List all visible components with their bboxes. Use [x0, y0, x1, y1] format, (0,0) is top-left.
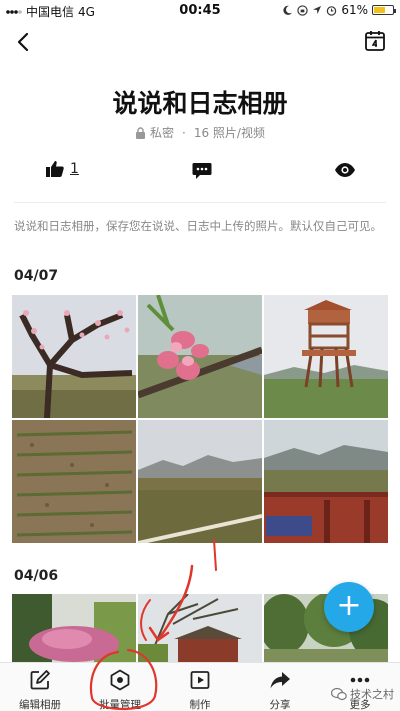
- watermark-text: 技术之村: [350, 688, 394, 701]
- photo-thumbnail[interactable]: [138, 295, 262, 418]
- status-bar-right: 61%: [282, 3, 396, 17]
- meta-separator: ·: [182, 125, 186, 140]
- photo-count: 16 照片/视频: [193, 126, 265, 140]
- share-button[interactable]: 分享: [250, 669, 310, 711]
- batch-manage-icon: [110, 669, 130, 691]
- status-bar: 中国电信 4G 00:45 61%: [0, 0, 400, 22]
- tool-label: 分享: [269, 699, 291, 711]
- tool-label: 编辑相册: [19, 699, 61, 711]
- location-icon: [313, 6, 322, 14]
- batch-manage-button[interactable]: 批量管理: [90, 669, 150, 711]
- back-arrow-icon: [17, 32, 29, 52]
- eye-icon: [335, 163, 355, 177]
- divider: [14, 202, 386, 203]
- edit-album-button[interactable]: 编辑相册: [10, 669, 70, 711]
- calendar-icon: [365, 31, 385, 51]
- photo-thumbnail[interactable]: [264, 295, 388, 418]
- tool-label: 制作: [189, 699, 211, 711]
- tool-label: 批量管理: [99, 699, 141, 711]
- back-button[interactable]: [12, 28, 36, 56]
- comment-icon: [192, 163, 212, 179]
- view-count-button[interactable]: [334, 162, 356, 182]
- calendar-button[interactable]: [364, 30, 386, 52]
- add-photo-button[interactable]: +: [324, 582, 374, 632]
- album-description: 说说和日志相册，保存您在说说、日志中上传的照片。默认仅自己可见。: [14, 219, 382, 233]
- make-video-button[interactable]: 制作: [170, 669, 230, 711]
- photo-thumbnail[interactable]: [12, 594, 136, 662]
- make-video-icon: [190, 671, 210, 689]
- album-actions: 1: [0, 158, 400, 188]
- photo-thumbnail[interactable]: [12, 295, 136, 418]
- thumbs-up-icon: [46, 161, 64, 177]
- photo-thumbnail[interactable]: [264, 420, 388, 543]
- lock-icon: [136, 126, 145, 139]
- watermark: 技术之村: [331, 686, 394, 702]
- share-icon: [270, 672, 290, 689]
- lock-rotation-icon: [297, 4, 309, 16]
- battery-fill: [374, 7, 385, 13]
- alarm-icon: [327, 5, 337, 16]
- wechat-icon: [331, 687, 347, 701]
- plus-icon: +: [336, 588, 362, 623]
- photo-thumbnail[interactable]: [138, 420, 262, 543]
- like-count[interactable]: 1: [70, 161, 79, 177]
- battery-icon: [372, 5, 396, 15]
- photo-thumbnail[interactable]: [12, 420, 136, 543]
- photo-thumbnail[interactable]: [138, 594, 262, 662]
- top-bar: [0, 24, 400, 60]
- album-title: 说说和日志相册: [112, 89, 288, 118]
- privacy-label: 私密: [150, 126, 175, 140]
- comment-button[interactable]: [192, 162, 212, 184]
- battery-percent: 61%: [341, 3, 368, 17]
- album-meta: 私密 · 16 照片/视频: [0, 124, 400, 141]
- section-date-label: 04/06: [14, 568, 59, 584]
- like-button[interactable]: 1: [46, 160, 79, 177]
- section-date-label: 04/07: [14, 268, 59, 284]
- edit-icon: [30, 670, 50, 690]
- moon-icon: [283, 5, 293, 15]
